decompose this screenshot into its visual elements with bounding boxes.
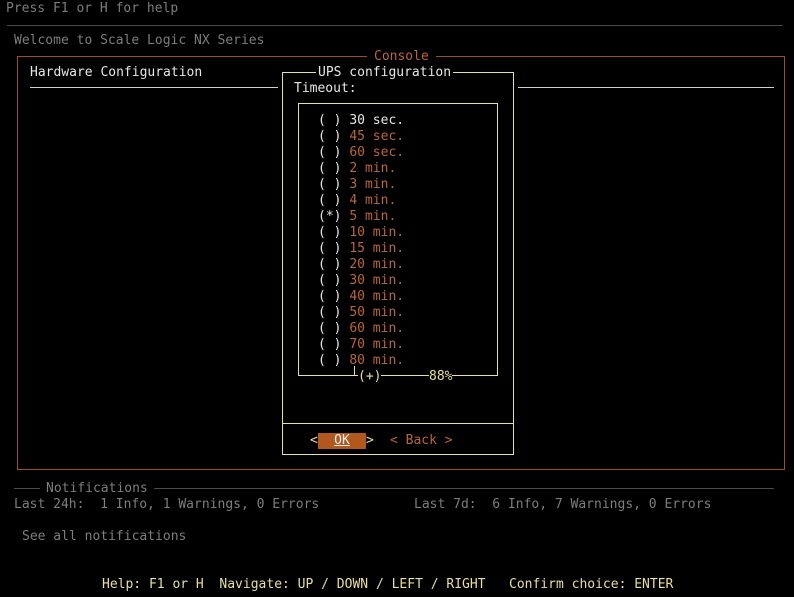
radio-mark: (*)	[318, 209, 342, 224]
radio-mark: ( )	[318, 145, 342, 160]
timeout-label: Timeout:	[294, 81, 357, 96]
section-title: Hardware Configuration	[30, 65, 203, 80]
dialog-title: UPS configuration	[316, 65, 454, 81]
radio-mark: ( )	[318, 177, 342, 192]
timeout-option[interactable]: ( ) 70 min.	[318, 337, 404, 353]
timeout-option[interactable]: ( ) 30 sec.	[318, 113, 404, 129]
option-label: 80 min.	[349, 353, 405, 368]
radio-mark: ( )	[318, 273, 342, 288]
last-24h-summary: Last 24h: 1 Info, 1 Warnings, 0 Errors	[14, 497, 320, 512]
scroll-more-indicator: (+)	[358, 369, 382, 385]
timeout-option[interactable]: (*) 5 min.	[318, 209, 396, 225]
radio-mark: ( )	[318, 353, 342, 368]
back-button[interactable]: < Back >	[390, 433, 453, 449]
option-label: 60 sec.	[349, 145, 405, 160]
option-label: 45 sec.	[349, 129, 405, 144]
radio-mark: ( )	[318, 225, 342, 240]
radio-mark: ( )	[318, 321, 342, 336]
radio-mark: ( )	[318, 129, 342, 144]
option-label: 40 min.	[349, 289, 405, 304]
scroll-percent: 88%	[429, 369, 453, 385]
timeout-option[interactable]: ( ) 60 sec.	[318, 145, 404, 161]
radio-mark: ( )	[318, 161, 342, 176]
option-label: 30 min.	[349, 273, 405, 288]
radio-mark: ( )	[318, 193, 342, 208]
footer-help: Help: F1 or H	[102, 577, 204, 592]
option-label: 30 sec.	[349, 113, 405, 128]
option-label: 10 min.	[349, 225, 405, 240]
welcome-title: Welcome to Scale Logic NX Series	[14, 33, 265, 48]
timeout-option[interactable]: ( ) 45 sec.	[318, 129, 404, 145]
option-label: 5 min.	[349, 209, 397, 224]
timeout-option[interactable]: ( ) 20 min.	[318, 257, 404, 273]
footer-help-bar: Help: F1 or H Navigate: UP / DOWN / LEFT…	[102, 577, 673, 593]
option-label: 70 min.	[349, 337, 405, 352]
timeout-option[interactable]: ( ) 2 min.	[318, 161, 396, 177]
console-title: Console	[367, 49, 436, 65]
timeout-option[interactable]: ( ) 10 min.	[318, 225, 404, 241]
option-label: 50 min.	[349, 305, 405, 320]
radio-mark: ( )	[318, 337, 342, 352]
footer-confirm: Confirm choice: ENTER	[509, 577, 674, 592]
timeout-option[interactable]: ( ) 40 min.	[318, 289, 404, 305]
section-divider-left	[30, 87, 278, 88]
notifications-title: Notifications	[40, 481, 154, 497]
option-label: 15 min.	[349, 241, 405, 256]
option-label: 2 min.	[349, 161, 397, 176]
option-label: 60 min.	[349, 321, 405, 336]
section-divider-right	[518, 87, 774, 88]
timeout-option[interactable]: ( ) 4 min.	[318, 193, 396, 209]
help-hint: Press F1 or H for help	[6, 1, 179, 16]
timeout-option[interactable]: ( ) 30 min.	[318, 273, 404, 289]
see-all-notifications-link[interactable]: See all notifications	[22, 529, 186, 545]
radio-mark: ( )	[318, 289, 342, 304]
option-label: 3 min.	[349, 177, 397, 192]
radio-mark: ( )	[318, 257, 342, 272]
ok-button-label: OK	[334, 433, 350, 448]
footer-navigate: Navigate: UP / DOWN / LEFT / RIGHT	[219, 577, 486, 592]
option-label: 20 min.	[349, 257, 405, 272]
option-label: 4 min.	[349, 193, 397, 208]
timeout-option[interactable]: ( ) 80 min.	[318, 353, 404, 369]
radio-mark: ( )	[318, 241, 342, 256]
ok-button-left-bracket: <	[310, 433, 318, 448]
last-7d-summary: Last 7d: 6 Info, 7 Warnings, 0 Errors	[414, 497, 712, 512]
timeout-option[interactable]: ( ) 3 min.	[318, 177, 396, 193]
radio-mark: ( )	[318, 305, 342, 320]
radio-mark: ( )	[318, 113, 342, 128]
ok-button[interactable]: OK	[318, 433, 366, 449]
ok-button-right-bracket: >	[366, 433, 374, 448]
timeout-option[interactable]: ( ) 15 min.	[318, 241, 404, 257]
timeout-option[interactable]: ( ) 60 min.	[318, 321, 404, 337]
button-separator	[283, 423, 513, 424]
timeout-option[interactable]: ( ) 50 min.	[318, 305, 404, 321]
